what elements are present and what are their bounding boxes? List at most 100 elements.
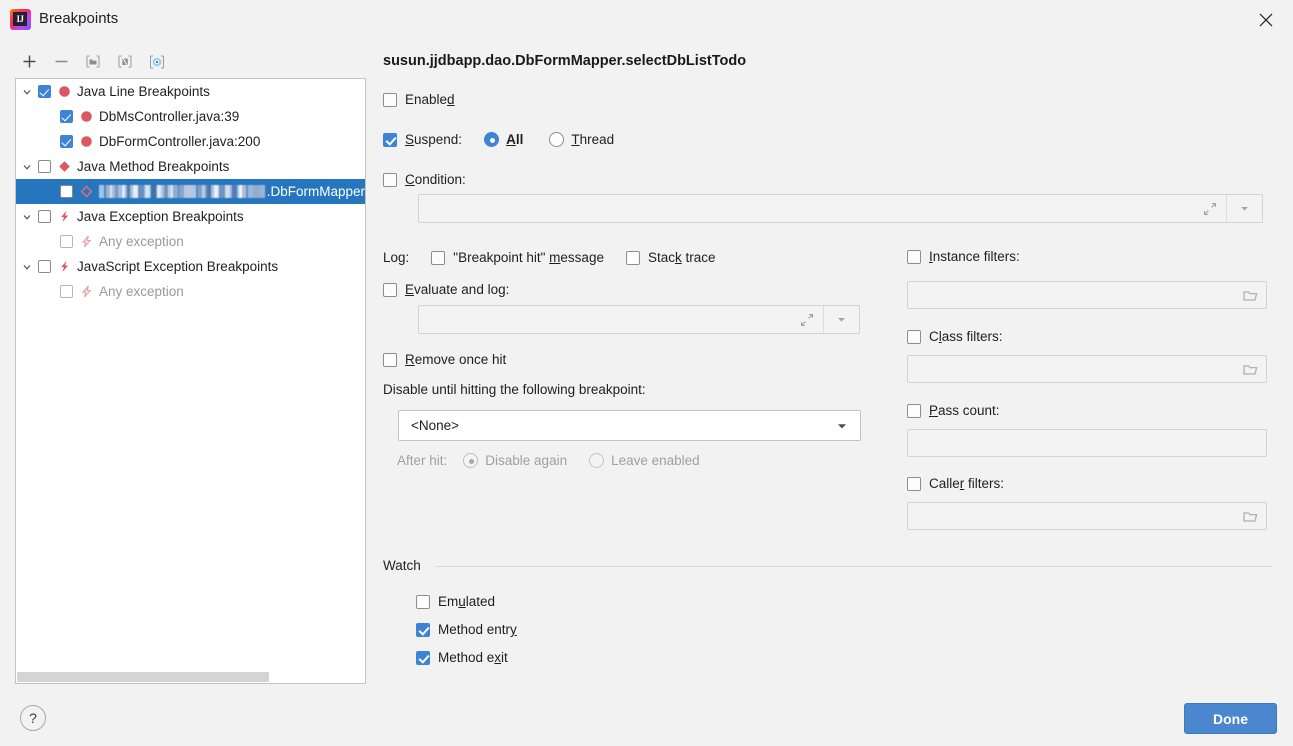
- tree-node-checkbox[interactable]: [60, 185, 73, 198]
- close-icon[interactable]: [1251, 6, 1281, 34]
- scrollbar-thumb[interactable]: [17, 672, 269, 682]
- caller-filters-checkbox[interactable]: [907, 476, 921, 491]
- suspend-row[interactable]: Suspend: All Thread: [383, 132, 614, 147]
- instance-filters-input[interactable]: [907, 281, 1267, 309]
- tree-node-label: DbMsController.java:39: [99, 109, 240, 124]
- view-breakpoints-source-icon[interactable]: [142, 49, 172, 74]
- watch-method-entry-row[interactable]: Method entry: [416, 622, 517, 637]
- remove-once-hit-row[interactable]: Remove once hit: [383, 352, 506, 367]
- enabled-checkbox[interactable]: [383, 92, 397, 107]
- breakpoint-title: susun.jjdbapp.dao.DbFormMapper.selectDbL…: [383, 53, 747, 69]
- breakpoint-detail-panel: susun.jjdbapp.dao.DbFormMapper.selectDbL…: [383, 48, 1283, 678]
- class-filters-input[interactable]: [907, 355, 1267, 383]
- pass-count-row[interactable]: Pass count:: [907, 403, 1000, 418]
- folder-icon[interactable]: [1234, 282, 1266, 308]
- suspend-all-radio[interactable]: [484, 132, 500, 147]
- instance-filters-label: Instance filters:: [929, 249, 1020, 264]
- suspend-thread-label: Thread: [571, 132, 615, 147]
- enabled-row[interactable]: Enabled: [383, 92, 455, 107]
- watch-method-exit-row[interactable]: Method exit: [416, 650, 508, 665]
- disable-until-selected-value: <None>: [411, 418, 460, 433]
- condition-row[interactable]: Condition:: [383, 172, 466, 187]
- after-hit-label: After hit:: [397, 453, 448, 468]
- add-breakpoint-button[interactable]: [14, 49, 44, 74]
- instance-filters-checkbox[interactable]: [907, 249, 921, 264]
- condition-input[interactable]: [418, 194, 1263, 223]
- tree-node-label: Java Line Breakpoints: [77, 84, 210, 99]
- tree-node-java-exception-breakpoints[interactable]: Java Exception Breakpoints: [16, 204, 365, 229]
- evaluate-and-log-dropdown-button[interactable]: [823, 306, 859, 333]
- tree-node-checkbox[interactable]: [60, 135, 73, 148]
- tree-node-java-line-breakpoints[interactable]: Java Line Breakpoints: [16, 79, 365, 104]
- method-exit-checkbox[interactable]: [416, 650, 430, 665]
- class-filters-label: Class filters:: [929, 329, 1003, 344]
- chevron-down-icon[interactable]: [16, 262, 38, 272]
- instance-filters-row[interactable]: Instance filters:: [907, 249, 1020, 264]
- condition-checkbox[interactable]: [383, 172, 397, 187]
- pass-count-input[interactable]: [907, 429, 1267, 457]
- tree-horizontal-scrollbar[interactable]: [16, 670, 365, 683]
- chevron-down-icon[interactable]: [16, 212, 38, 222]
- evaluate-and-log-input[interactable]: [418, 305, 860, 334]
- tree-node-checkbox[interactable]: [38, 85, 51, 98]
- group-divider: [435, 566, 1273, 567]
- breakpoint-hit-message-label: "Breakpoint hit" message: [453, 250, 604, 265]
- remove-once-hit-label: Remove once hit: [405, 352, 507, 367]
- chevron-down-icon[interactable]: [16, 87, 38, 97]
- tree-node-dbmscontroller[interactable]: DbMsController.java:39: [16, 104, 365, 129]
- tree-node-checkbox[interactable]: [38, 260, 51, 273]
- tree-node-checkbox[interactable]: [60, 285, 73, 298]
- class-filters-checkbox[interactable]: [907, 329, 921, 344]
- tree-node-dbformcontroller[interactable]: DbFormController.java:200: [16, 129, 365, 154]
- disable-until-select[interactable]: <None>: [398, 410, 861, 441]
- group-breakpoints-folder-icon[interactable]: [78, 49, 108, 74]
- mute-breakpoints-icon[interactable]: [110, 49, 140, 74]
- caller-filters-input[interactable]: [907, 502, 1267, 530]
- watch-emulated-row[interactable]: Emulated: [416, 594, 495, 609]
- tree-node-checkbox[interactable]: [38, 160, 51, 173]
- chevron-down-icon[interactable]: [16, 162, 38, 172]
- tree-node-any-exception-javascript[interactable]: Any exception: [16, 279, 365, 304]
- evaluate-and-log-checkbox[interactable]: [383, 282, 397, 297]
- tree-node-javascript-exception-breakpoints[interactable]: JavaScript Exception Breakpoints: [16, 254, 365, 279]
- tree-node-any-exception-java[interactable]: Any exception: [16, 229, 365, 254]
- pass-count-checkbox[interactable]: [907, 403, 921, 418]
- expand-icon[interactable]: [791, 306, 823, 333]
- done-button[interactable]: Done: [1184, 703, 1277, 734]
- tree-node-label: Any exception: [99, 284, 184, 299]
- suspend-thread-radio[interactable]: [549, 132, 565, 147]
- tree-node-selected-method-breakpoint[interactable]: .DbFormMapper: [16, 179, 365, 204]
- after-hit-leave-enabled-label: Leave enabled: [611, 453, 700, 468]
- done-button-label: Done: [1213, 710, 1248, 727]
- expand-icon[interactable]: [1194, 195, 1226, 222]
- method-entry-checkbox[interactable]: [416, 622, 430, 637]
- after-hit-disable-again-radio[interactable]: [463, 453, 479, 468]
- lightning-icon: [80, 285, 93, 298]
- breakpoint-hit-message-checkbox[interactable]: [431, 250, 446, 265]
- condition-dropdown-button[interactable]: [1226, 195, 1262, 222]
- evaluate-and-log-row[interactable]: Evaluate and log:: [383, 282, 509, 297]
- tree-node-label: .DbFormMapper: [266, 184, 365, 199]
- tree-node-checkbox[interactable]: [60, 110, 73, 123]
- stack-trace-checkbox[interactable]: [625, 250, 640, 265]
- suspend-checkbox[interactable]: [383, 132, 397, 147]
- folder-icon[interactable]: [1234, 356, 1266, 382]
- folder-icon[interactable]: [1234, 503, 1266, 529]
- censored-text-redaction: [99, 185, 267, 198]
- remove-once-hit-checkbox[interactable]: [383, 352, 397, 367]
- log-row: Log: "Breakpoint hit" message Stack trac…: [383, 250, 716, 265]
- tree-node-label: Java Exception Breakpoints: [77, 209, 244, 224]
- caller-filters-row[interactable]: Caller filters:: [907, 476, 1004, 491]
- help-button[interactable]: ?: [20, 705, 46, 731]
- emulated-checkbox[interactable]: [416, 594, 430, 609]
- after-hit-row: After hit: Disable again Leave enabled: [397, 453, 700, 468]
- remove-breakpoint-button[interactable]: [46, 49, 76, 74]
- intellij-idea-logo-icon: IJ: [10, 9, 31, 30]
- tree-node-checkbox[interactable]: [60, 235, 73, 248]
- breakpoints-tree[interactable]: Java Line Breakpoints DbMsController.jav…: [15, 78, 366, 684]
- chevron-down-icon[interactable]: [836, 420, 848, 432]
- after-hit-leave-enabled-radio[interactable]: [589, 453, 605, 468]
- class-filters-row[interactable]: Class filters:: [907, 329, 1003, 344]
- tree-node-checkbox[interactable]: [38, 210, 51, 223]
- tree-node-java-method-breakpoints[interactable]: Java Method Breakpoints: [16, 154, 365, 179]
